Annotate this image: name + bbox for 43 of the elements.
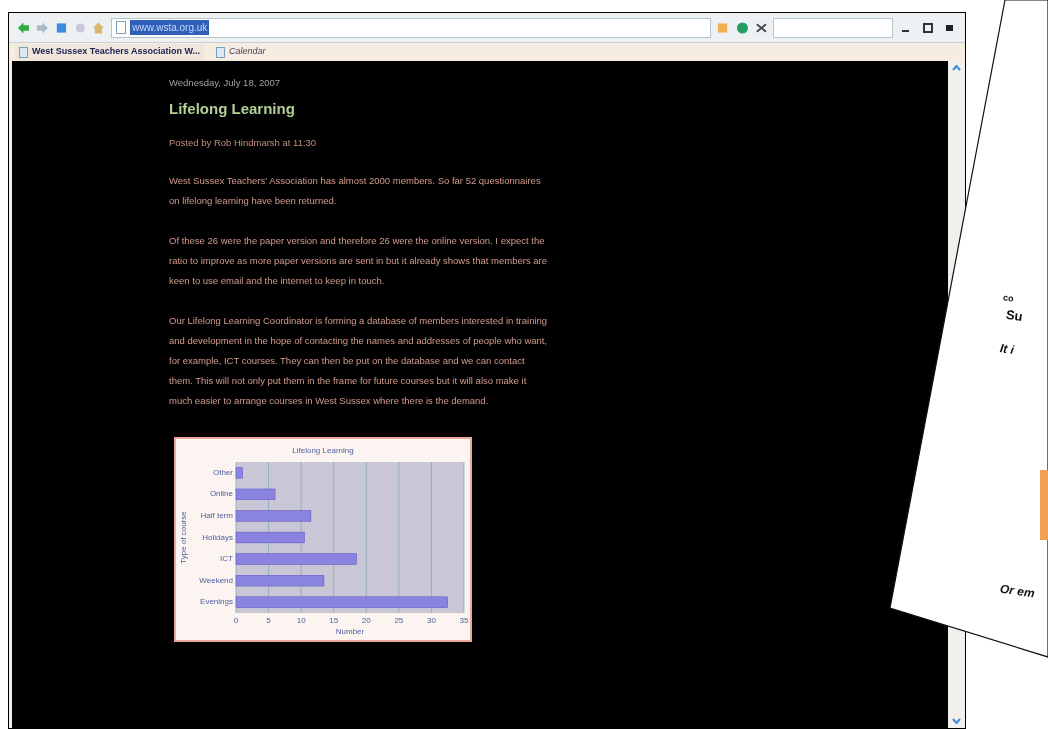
bar: [235, 531, 305, 544]
axis-title: Number: [335, 627, 365, 636]
page-icon: [215, 46, 225, 58]
search-field[interactable]: [773, 17, 893, 38]
tick-label: 0: [233, 616, 239, 625]
category-label: Holidays: [202, 532, 233, 542]
category-label: Weekend: [199, 575, 233, 585]
paragraph: Of these 26 were the paper version and therefore 26 were the online version. I expect the ratio to improve as more paper versions are sent in but it already shows that members are keen to use email and the internet to keep in touch.: [169, 234, 549, 288]
forward-icon[interactable]: [35, 20, 49, 35]
category-label: Half term: [200, 510, 233, 520]
back-icon[interactable]: [17, 20, 30, 35]
bar: [235, 467, 243, 479]
paper-text: Su: [1004, 305, 1024, 327]
chart-title: Lifelong Learning: [292, 446, 354, 455]
bar: [235, 488, 276, 500]
address-field[interactable]: www.wsta.org.uk: [111, 17, 711, 38]
restore-icon[interactable]: [921, 20, 935, 35]
tick-label: 5: [266, 616, 271, 625]
category-label: Online: [209, 489, 233, 499]
tick-label: 20: [361, 616, 371, 625]
tab[interactable]: West Sussex Teachers Association W...: [15, 44, 204, 60]
category-label: ICT: [220, 554, 233, 564]
byline: Posted by Rob Hindmarsh at 11:30: [169, 136, 318, 150]
paper-text: Or em: [998, 580, 1036, 603]
post-title: Lifelong Learning: [169, 99, 296, 119]
tick-label: 30: [427, 616, 436, 625]
category-label: Other: [213, 467, 233, 477]
post-date: Wednesday, July 18, 2007: [169, 76, 282, 90]
tick-label: 25: [394, 616, 404, 625]
page-icon: [116, 21, 127, 34]
paper-text: It i: [998, 340, 1016, 359]
category-label: Evenings: [200, 597, 233, 607]
page-icon: [19, 46, 28, 58]
paragraph: West Sussex Teachers' Association has almost 2000 members. So far 52 questionnaires on lifelong learning have been returned.: [169, 174, 542, 208]
axis-title: Type of course: [179, 511, 188, 564]
tick-label: 10: [296, 616, 306, 625]
paragraph: Our Lifelong Learning Coordinator is forming a database of members interested in training and development in the hope of contacting the names and addresses of people who want, for example, ICT courses. They can then be put on the database and we can contact them. This will not only put them in the frame for future courses but it will also make it much easier to arrange courses in West Sussex where there is the demand.: [169, 314, 549, 408]
home-icon[interactable]: [92, 20, 106, 35]
tick-label: 15: [329, 616, 339, 625]
tab[interactable]: Calendar: [211, 44, 270, 60]
go-icon[interactable]: [735, 20, 749, 35]
paper-text: co: [1002, 291, 1015, 306]
tick-label: 35: [459, 616, 469, 625]
